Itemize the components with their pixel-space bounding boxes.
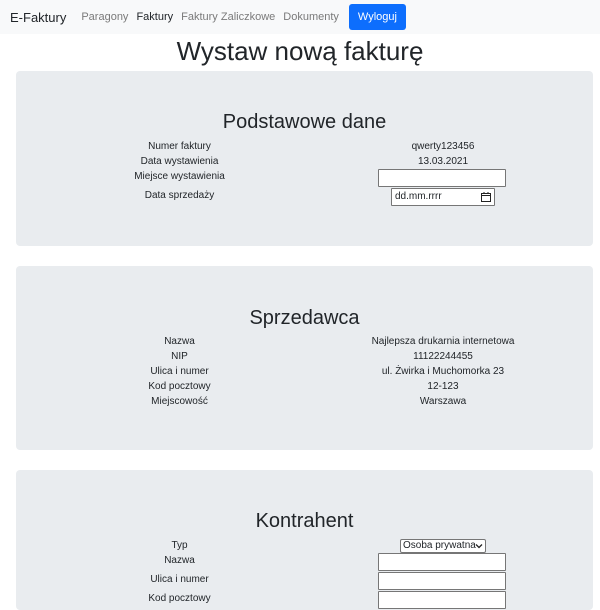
- contractor-postal-label: Kod pocztowy: [148, 593, 211, 604]
- seller-heading: Sprzedawca: [249, 307, 360, 329]
- page-title: Wystaw nową fakturę: [176, 36, 424, 66]
- contractor-name-input[interactable]: [378, 553, 506, 571]
- contractor-name-label: Nazwa: [164, 555, 195, 566]
- seller-nip-value: 11122244455: [413, 351, 473, 362]
- navbar: E-Faktury Paragony Faktury Faktury Zalic…: [0, 0, 600, 34]
- sale-date-label: Data sprzedaży: [144, 190, 215, 201]
- seller-nip-label: NIP: [171, 351, 188, 362]
- issue-date-value: 13.03.2021: [417, 156, 469, 167]
- basic-data-heading: Podstawowe dane: [222, 111, 387, 133]
- issue-date-label: Data wystawienia: [140, 156, 219, 167]
- contractor-type-label: Typ: [171, 540, 188, 551]
- contractor-type-selected: Osoba prywatna: [403, 540, 476, 551]
- sale-date-placeholder: dd.mm.rrrr: [395, 191, 442, 202]
- contractor-postal-input[interactable]: [378, 591, 506, 609]
- basic-data-panel: Podstawowe dane Numer faktury qwerty1234…: [16, 71, 593, 246]
- nav-link-paragony[interactable]: Paragony: [81, 11, 128, 23]
- issue-place-label: Miejsce wystawienia: [134, 171, 225, 182]
- seller-panel: Sprzedawca Nazwa Najlepsza drukarnia int…: [16, 266, 593, 450]
- seller-name-label: Nazwa: [164, 336, 195, 347]
- invoice-number-label: Numer faktury: [148, 141, 211, 152]
- calendar-icon[interactable]: [481, 192, 491, 202]
- contractor-panel: Kontrahent Typ Osoba prywatna Nazwa Ulic…: [16, 470, 593, 610]
- seller-city-value: Warszawa: [419, 396, 467, 407]
- brand[interactable]: E-Faktury: [10, 10, 66, 25]
- chevron-down-icon: [475, 544, 483, 549]
- contractor-street-input[interactable]: [378, 572, 506, 590]
- seller-city-label: Miejscowość: [151, 396, 208, 407]
- contractor-heading: Kontrahent: [255, 510, 354, 532]
- nav-link-faktury-zaliczkowe[interactable]: Faktury Zaliczkowe: [181, 11, 275, 23]
- contractor-street-label: Ulica i numer: [150, 574, 209, 585]
- contractor-type-select[interactable]: Osoba prywatna: [400, 539, 486, 553]
- nav-link-faktury[interactable]: Faktury: [136, 11, 173, 23]
- issue-place-input[interactable]: [378, 169, 506, 187]
- logout-button[interactable]: Wyloguj: [348, 4, 406, 30]
- seller-postal-value: 12-123: [427, 381, 459, 392]
- seller-street-value: ul. Żwirka i Muchomorka 23: [381, 366, 505, 377]
- seller-postal-label: Kod pocztowy: [148, 381, 211, 392]
- sale-date-input[interactable]: dd.mm.rrrr: [391, 188, 495, 206]
- seller-name-value: Najlepsza drukarnia internetowa: [371, 336, 515, 347]
- seller-street-label: Ulica i numer: [150, 366, 209, 377]
- invoice-number-value: qwerty123456: [411, 141, 475, 152]
- nav-link-dokumenty[interactable]: Dokumenty: [283, 11, 339, 23]
